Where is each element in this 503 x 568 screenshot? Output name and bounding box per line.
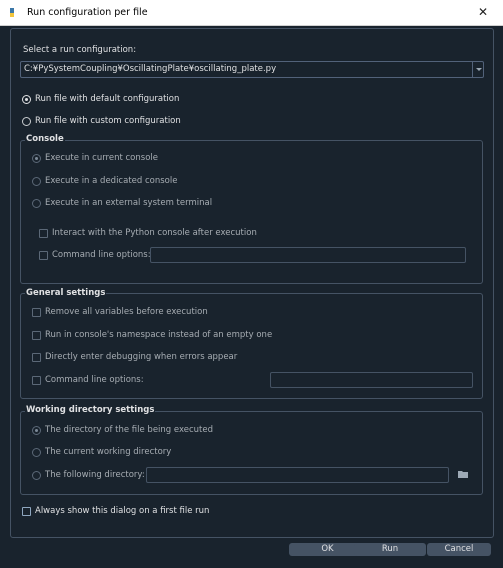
dedicated-console-radio[interactable]: [32, 177, 41, 186]
current-directory-label: The current working directory: [45, 447, 172, 457]
folder-icon[interactable]: [458, 470, 468, 478]
current-directory-radio[interactable]: [32, 448, 41, 457]
cancel-button[interactable]: Cancel: [427, 543, 491, 556]
interact-console-checkbox[interactable]: [39, 229, 48, 238]
working-directory-title: Working directory settings: [25, 405, 156, 415]
close-icon[interactable]: ✕: [471, 2, 495, 22]
console-cmd-options-label: Command line options:: [52, 250, 151, 260]
default-config-label: Run file with default configuration: [35, 94, 180, 104]
following-directory-label: The following directory:: [45, 470, 145, 480]
following-directory-radio[interactable]: [32, 471, 41, 480]
default-config-radio[interactable]: [22, 95, 31, 104]
title-bar: Run configuration per file ✕: [0, 0, 503, 26]
console-cmd-options-checkbox[interactable]: [39, 251, 48, 260]
console-group-title: Console: [25, 134, 65, 144]
external-terminal-label: Execute in an external system terminal: [45, 198, 213, 208]
console-cmd-options-input[interactable]: [150, 247, 466, 263]
general-cmd-options-input[interactable]: [270, 372, 473, 388]
run-config-combobox[interactable]: C:¥PySystemCoupling¥OscillatingPlate¥osc…: [20, 61, 484, 78]
select-config-label: Select a run configuration:: [23, 45, 137, 55]
general-settings-title: General settings: [25, 288, 107, 298]
file-directory-radio[interactable]: [32, 426, 41, 435]
always-show-label: Always show this dialog on a first file …: [35, 506, 210, 516]
remove-variables-label: Remove all variables before execution: [45, 307, 208, 317]
chevron-down-icon[interactable]: [472, 62, 483, 77]
run-button[interactable]: Run: [354, 543, 426, 556]
general-cmd-options-checkbox[interactable]: [32, 376, 41, 385]
console-namespace-label: Run in console's namespace instead of an…: [45, 330, 273, 340]
always-show-checkbox[interactable]: [22, 507, 31, 516]
debug-on-error-checkbox[interactable]: [32, 353, 41, 362]
file-directory-label: The directory of the file being executed: [45, 425, 213, 435]
remove-variables-checkbox[interactable]: [32, 308, 41, 317]
window-title: Run configuration per file: [27, 7, 148, 18]
dedicated-console-label: Execute in a dedicated console: [45, 176, 178, 186]
following-directory-input[interactable]: [146, 467, 449, 483]
current-console-radio[interactable]: [32, 154, 41, 163]
interact-console-label: Interact with the Python console after e…: [52, 228, 257, 238]
python-icon: [10, 8, 14, 17]
external-terminal-radio[interactable]: [32, 199, 41, 208]
custom-config-radio[interactable]: [22, 117, 31, 126]
general-cmd-options-label: Command line options:: [45, 375, 144, 385]
current-console-label: Execute in current console: [45, 153, 158, 163]
debug-on-error-label: Directly enter debugging when errors app…: [45, 352, 238, 362]
console-namespace-checkbox[interactable]: [32, 331, 41, 340]
run-config-value: C:¥PySystemCoupling¥OscillatingPlate¥osc…: [24, 64, 277, 74]
custom-config-label: Run file with custom configuration: [35, 116, 181, 126]
